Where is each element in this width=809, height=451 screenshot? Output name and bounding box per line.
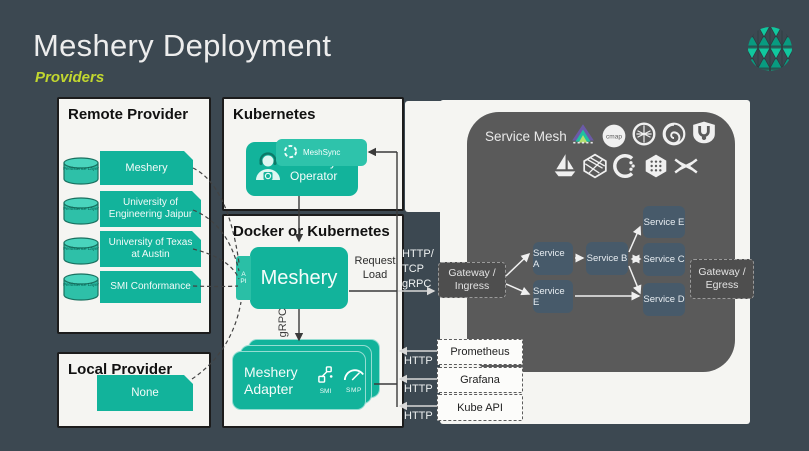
page-subtitle: Providers [35, 69, 104, 86]
istio-sailboat-logo-icon [552, 153, 578, 179]
meshery-adapter-label: Meshery Adapter [233, 364, 315, 398]
docker-kubernetes-title: Docker or Kubernetes [233, 223, 390, 240]
knot-x-logo-icon [673, 153, 699, 179]
service-a-box: Service A [533, 242, 573, 275]
kubernetes-title: Kubernetes [233, 106, 316, 123]
cmap-circle-logo-icon: cmap [601, 123, 627, 149]
origami-flame-logo-icon [570, 121, 596, 147]
provider-item-jaipur: University of Engineering Jaipur [100, 191, 201, 227]
gateway-egress-box: Gateway / Egress [690, 259, 754, 299]
database-cylinder-icon: Persistence Layer [62, 237, 100, 265]
meshery-api-tab: API [236, 256, 251, 300]
meshery-adapter-box: Meshery Adapter SMI SMP [232, 351, 366, 410]
provider-item-meshery: Meshery [100, 151, 193, 185]
meshsync-label: MeshSync [303, 148, 340, 157]
swirl-logo-icon [661, 121, 687, 147]
provider-item-none: None [97, 375, 193, 411]
database-cylinder-icon: Persistence Layer [62, 273, 100, 301]
c-dots-logo-icon [612, 153, 638, 179]
mesh-ring-logo-icon [631, 121, 657, 147]
smp-icon: SMP [343, 367, 365, 394]
service-mesh-box: Service Mesh cmap [467, 112, 735, 372]
http-label: HTTP [404, 354, 433, 369]
service-e-top-box: Service E [643, 206, 685, 238]
remote-provider-title: Remote Provider [68, 106, 188, 123]
meshsync-icon [283, 144, 298, 161]
provider-item-texas: University of Texas at Austin [100, 231, 201, 267]
service-c-box: Service C [643, 243, 685, 276]
meshsync-box: MeshSync [276, 139, 367, 166]
service-e-bottom-box: Service E [533, 280, 573, 313]
grafana-box: Grafana [437, 367, 523, 393]
database-cylinder-icon: Persistence Layer [62, 157, 100, 185]
kube-api-box: Kube API [437, 394, 523, 421]
smi-icon: SMI [317, 366, 334, 395]
shield-u-logo-icon [691, 120, 717, 146]
gateway-ingress-box: Gateway / Ingress [438, 262, 506, 298]
meshery-logo-icon [746, 25, 794, 73]
http-label: HTTP [404, 409, 433, 424]
grpc-label: gRPC [277, 308, 289, 337]
hex-dots-logo-icon [643, 153, 669, 179]
database-cylinder-icon: Persistence Layer [62, 197, 100, 225]
service-b-box: Service B [586, 242, 628, 275]
protocol-label: HTTP/ TCP gRPC [402, 247, 434, 292]
service-d-box: Service D [643, 283, 685, 316]
provider-item-smi: SMI Conformance [100, 271, 201, 303]
meshery-core-box: Meshery [250, 247, 348, 309]
svg-text:cmap: cmap [606, 134, 622, 141]
request-load-label: Request Load [353, 254, 397, 282]
service-mesh-title: Service Mesh [485, 129, 567, 144]
page-title: Meshery Deployment [33, 28, 331, 64]
http-label: HTTP [404, 382, 433, 397]
prometheus-box: Prometheus [437, 339, 523, 365]
hatched-cube-logo-icon [582, 153, 608, 179]
